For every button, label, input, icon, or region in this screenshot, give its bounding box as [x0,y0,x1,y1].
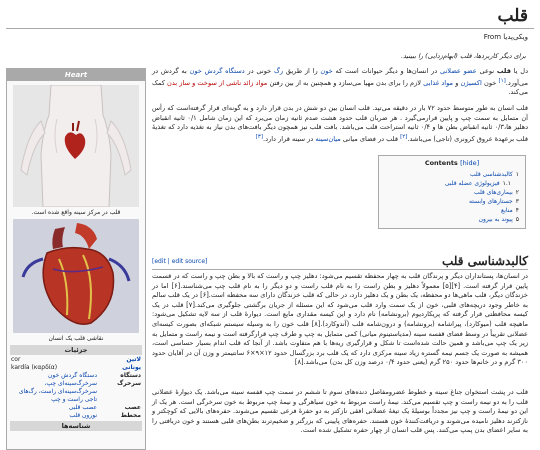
link-muscle-organ[interactable]: عضو عضلانی [440,67,477,75]
toc-item[interactable]: ۱.۱فیزیولوژی عضله قلبی [385,179,519,188]
text-run: دل یا [510,67,529,75]
bold-term: قلب [496,67,511,75]
toc-item[interactable]: ۳جستارهای وابسته [385,197,519,206]
hatnote: برای دیگر کاربردها، قلب (ابهام‌زدایی) را… [400,52,526,60]
section-heading: کالبدشناسی قلب [edit | edit source] [152,254,528,270]
section-title: کالبدشناسی قلب [441,254,528,268]
toc-item-label[interactable]: جستارهای وابسته [469,198,513,205]
text-run: خونی در [244,67,274,75]
toc-item[interactable]: ۱کالبدشناسی قلب [385,170,519,179]
infobox-row-striated: مخطط نورون قلب [7,412,145,420]
image-caption-1: قلب در مرکز سینه واقع شده است. [31,209,121,216]
intro-paragraph-2: قلب انسان به طور متوسط حدود ۷۲ بار در دق… [152,104,528,145]
infobox-row-latin: لاتین cor [7,356,145,364]
infobox-row-system: دستگاه دستگاه گردش خون [7,372,145,380]
toc-hide-toggle[interactable]: [hide] [460,159,479,167]
toc-item-number: ۱ [515,171,519,178]
from-tagline: ویکی‌پدیا From [483,33,528,41]
toc-item[interactable]: ۲بیماری‌های قلب [385,188,519,197]
text-run: را از طریق [283,67,321,75]
toc-item-number: ۱.۱ [502,180,511,187]
row-key: دستگاه [120,372,141,379]
link-vessel[interactable]: رگ [274,67,283,75]
row-key[interactable]: یونانی [97,364,141,372]
image-caption-2: نقاشی قلب یک انسان [48,335,104,342]
redlink-metabolic-waste[interactable]: مواد زائد ناشی از سوخت و ساز بدن [167,79,267,87]
text-run: لازم را برای بدن مهیا می‌سازد و همچنین ب… [267,78,424,87]
toc-item[interactable]: ۴منابع [385,206,519,215]
link-oxygen[interactable]: اکسیژن [461,79,482,87]
section-edit-link[interactable]: [edit | edit source] [152,258,207,265]
title-divider [6,28,534,29]
row-value: cor [11,356,21,363]
row-key: سرخرگ [117,380,141,387]
table-of-contents: Contents [hide] ۱کالبدشناسی قلب ۱.۱فیزیو… [378,155,526,229]
toc-item-label[interactable]: پیوند به بیرون [479,216,513,223]
row-value: kardía (καρδία) [11,364,58,371]
torso-illustration [13,85,139,207]
text-run: و [453,78,461,87]
infobox-row-artery: سرخرگ سرخرگ‌سینه‌ای چپ، سرخرگ‌سینه‌ای را… [7,380,145,404]
text-run: خون [481,78,499,87]
row-value-link[interactable]: نورون قلب [11,412,97,420]
row-key[interactable]: لاتین [97,356,141,364]
infobox-section-identifiers: شناسه‌ها [10,421,142,431]
text-run: در سینه قرار دارد. [263,134,316,143]
infobox-section-details: جزئیات [10,345,142,355]
ref-3[interactable]: [۳] [256,134,263,140]
text-run: در انسان‌ها و دیگر حیوانات است که [332,67,440,75]
link-mediastinum[interactable]: میان‌سینه [315,135,340,143]
row-value-link[interactable]: سرخرگ‌سینه‌ای چپ، سرخرگ‌سینه‌ای راست، رگ… [11,380,97,404]
infobox-row-greek: یونانی kardía (καρδία) [7,364,145,372]
torso-heart-image[interactable] [13,85,139,207]
infobox-row-nerve: عصب عصب قلبی [7,404,145,412]
toc-title: Contents [424,159,458,167]
section-paragraph-2: قلب در پشت استخوان جناغ سینه و خطوط عضرو… [152,388,528,435]
toc-item-number: ۴ [515,207,519,214]
infobox: Heart قلب در مرکز سینه واقع شده است. نقا… [6,68,146,450]
ref-1[interactable]: [۱] [498,78,505,84]
row-value-link[interactable]: عصب قلبی [11,404,97,412]
intro-paragraph-1: دل یا قلب نوعی عضو عضلانی در انسان‌ها و … [152,67,528,98]
link-nutrients[interactable]: مواد غذایی [423,79,453,87]
toc-item-label[interactable]: فیزیولوژی عضله قلبی [445,180,500,187]
link-blood[interactable]: خون [320,67,332,75]
toc-item-number: ۵ [515,216,519,223]
toc-header: Contents [hide] [385,159,519,167]
toc-item[interactable]: ۵پیوند به بیرون [385,215,519,224]
toc-item-number: ۳ [515,198,519,205]
heart-drawing-image[interactable] [13,219,139,333]
section-paragraph-1: در انسان‌ها، پستانداران دیگر و پرندگان ق… [152,272,529,367]
page-title: قلب [497,6,528,26]
heart-illustration [13,219,139,333]
toc-item-number: ۲ [515,189,519,196]
text-run: قلب در فضای میانی [340,134,401,143]
infobox-header: Heart [7,69,145,81]
row-key: عصب [124,404,141,411]
toc-item-label[interactable]: بیماری‌های قلب [474,189,513,196]
toc-item-label[interactable]: کالبدشناسی قلب [470,171,513,178]
link-circulatory-system[interactable]: دستگاه گردش خون [190,67,245,75]
row-value-link[interactable]: دستگاه گردش خون [11,372,97,380]
row-key: مخطط [120,412,141,419]
text-run: نوعی [476,67,497,75]
toc-item-label[interactable]: منابع [501,207,513,214]
